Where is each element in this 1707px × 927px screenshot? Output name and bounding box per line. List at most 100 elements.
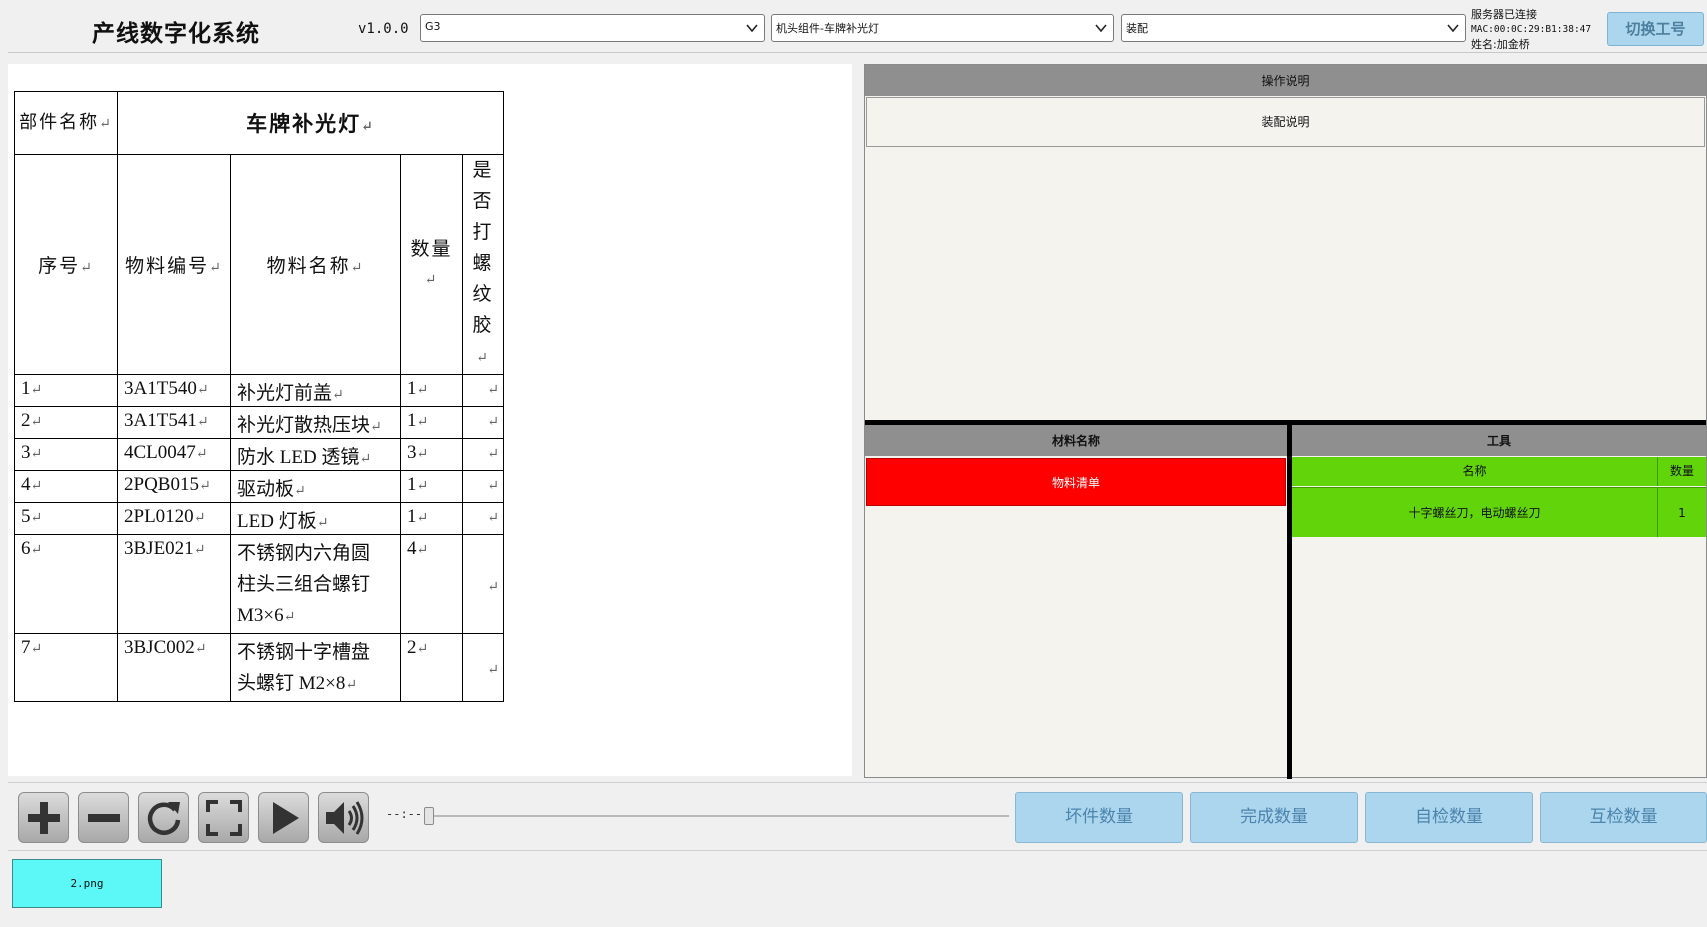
process-select-value: 装配: [1126, 22, 1148, 35]
app-version: v1.0.0: [358, 21, 409, 37]
table-cell: ↵: [462, 502, 504, 535]
return-mark: ↵: [345, 678, 358, 693]
cell-text: 补光灯散热压块: [237, 415, 371, 436]
table-cell: ↵: [462, 534, 504, 634]
return-mark: ↵: [209, 261, 223, 276]
cell-text: 柱头三组合螺钉: [237, 574, 371, 595]
column-header-name: 物料名称↵: [230, 154, 401, 375]
column-header-no: 序号↵: [14, 154, 118, 375]
table-cell: ↵: [462, 633, 504, 702]
playback-slider-handle[interactable]: [424, 807, 434, 825]
table-row: 2↵ 3A1T541↵ 补光灯散热压块↵ 1 ↵ ↵: [14, 406, 504, 439]
fullscreen-icon: [205, 799, 242, 836]
rotate-button[interactable]: [138, 792, 189, 843]
return-mark: ↵: [194, 642, 207, 657]
play-button[interactable]: [258, 792, 309, 843]
table-row: 5↵ 2PL0120↵ LED 灯板↵ 1↵ ↵: [14, 502, 504, 535]
return-mark: ↵: [30, 642, 43, 657]
connection-status: 服务器已连接 MAC:00:0C:29:B1:38:47 姓名:加金桥: [1471, 7, 1591, 52]
cell-text: 1: [407, 410, 417, 431]
tool-qty: 1: [1678, 506, 1686, 520]
table-cell: 1↵: [14, 374, 118, 407]
switch-worker-button[interactable]: 切换工号: [1607, 12, 1704, 46]
table-cell: 驱动板↵: [230, 470, 401, 503]
cell-text: 4: [21, 474, 31, 495]
table-cell: 不锈钢内六角圆 柱头三组合螺钉 M3×6↵: [230, 534, 401, 634]
cell-text: 3BJC002: [124, 637, 195, 658]
table-cell: 3↵: [14, 438, 118, 471]
thumbnail-item[interactable]: 2.png: [12, 859, 162, 908]
cell-text: 序号: [38, 256, 81, 277]
document-viewer[interactable]: 部件名称↵ 车牌补光灯↵ 序号↵ 物料编号↵ 物料名称↵ 数量↵ 是否打螺纹胶↵…: [8, 64, 852, 776]
table-cell: 7↵: [14, 633, 118, 702]
tool-table-header: 名称 数量: [1292, 457, 1706, 486]
return-mark: ↵: [30, 479, 43, 494]
return-mark: ↵: [193, 543, 206, 558]
tool-name: 十字螺丝刀，电动螺丝刀: [1292, 488, 1658, 537]
table-row: 1↵ 3A1T540↵ 补光灯前盖↵ 1↵ ↵: [14, 374, 504, 407]
fit-screen-button[interactable]: [198, 792, 249, 843]
instruction-panel: 操作说明 装配说明 材料名称 物料清单 工具 名称 数量 十字螺丝刀，电动螺丝刀…: [864, 64, 1707, 779]
return-mark: ↵: [196, 383, 209, 398]
self-check-button[interactable]: 自检数量: [1365, 792, 1533, 843]
return-mark: ↵: [476, 351, 490, 366]
table-cell: 防水 LED 透镜↵: [230, 438, 401, 471]
zoom-out-button[interactable]: [78, 792, 129, 843]
material-header: 材料名称: [865, 425, 1287, 456]
playback-time: --:--: [386, 807, 423, 821]
cell-text: 1: [407, 474, 417, 495]
table-row: 6↵ 3BJE021↵ 不锈钢内六角圆 柱头三组合螺钉 M3×6↵ 4↵ ↵: [14, 534, 504, 634]
return-mark: ↵: [361, 120, 375, 135]
cell-text: 补光灯前盖: [237, 383, 333, 404]
cell-text: 3: [21, 442, 31, 463]
return-mark: ↵: [198, 479, 211, 494]
table-cell: 3A1T541↵: [117, 406, 231, 439]
chevron-down-icon: [746, 24, 758, 33]
table-cell: 4↵: [14, 470, 118, 503]
table-cell: 3BJE021↵: [117, 534, 231, 634]
table-cell: 4↵: [400, 534, 463, 634]
line-select-value: G3: [425, 20, 441, 33]
table-cell: 3A1T540↵: [117, 374, 231, 407]
tool-header: 工具: [1292, 425, 1706, 456]
return-mark: ↵: [30, 383, 43, 398]
cell-text: 5: [21, 506, 31, 527]
table-cell: 2↵: [14, 406, 118, 439]
table-cell: ↵: [462, 406, 504, 439]
part-select[interactable]: 机头组件-车牌补光灯: [771, 14, 1114, 42]
return-mark: ↵: [487, 415, 499, 430]
return-mark: ↵: [30, 543, 43, 558]
return-mark: ↵: [487, 447, 499, 462]
return-mark: ↵: [416, 447, 429, 462]
cell-text: 2: [21, 410, 31, 431]
column-header-qty: 数量 ↵: [400, 154, 463, 375]
table-cell: 补光灯散热压块↵: [230, 406, 401, 439]
zoom-in-button[interactable]: [18, 792, 69, 843]
cell-text: LED 灯板: [237, 511, 317, 532]
return-mark: ↵: [30, 415, 43, 430]
chevron-down-icon: [1447, 24, 1459, 33]
mutual-check-button[interactable]: 互检数量: [1540, 792, 1707, 843]
table-cell: 4CL0047↵: [117, 438, 231, 471]
table-row: 4↵ 2PQB015↵ 驱动板↵ 1↵ ↵: [14, 470, 504, 503]
tool-col-name: 名称: [1292, 457, 1658, 486]
return-mark: ↵: [283, 610, 296, 625]
return-mark: ↵: [487, 663, 499, 678]
line-select[interactable]: G3: [420, 14, 765, 42]
operation-description: 装配说明: [866, 97, 1705, 147]
return-mark: ↵: [416, 642, 429, 657]
table-cell: 1↵: [400, 502, 463, 535]
table-cell: 5↵: [14, 502, 118, 535]
operator-name: 姓名:加金桥: [1471, 38, 1530, 51]
process-select[interactable]: 装配: [1121, 14, 1466, 42]
cell-text: 4CL0047: [124, 442, 196, 463]
material-list-item[interactable]: 物料清单: [866, 458, 1286, 506]
done-count-button[interactable]: 完成数量: [1190, 792, 1358, 843]
volume-button[interactable]: [318, 792, 369, 843]
playback-slider[interactable]: [424, 815, 1009, 817]
bad-count-button[interactable]: 坏件数量: [1015, 792, 1183, 843]
cell-text: 头螺钉 M2×8↵: [237, 668, 396, 701]
cell-text: 数量: [410, 238, 453, 260]
tool-row[interactable]: 十字螺丝刀，电动螺丝刀 1: [1292, 487, 1706, 537]
return-mark: ↵: [359, 452, 372, 467]
